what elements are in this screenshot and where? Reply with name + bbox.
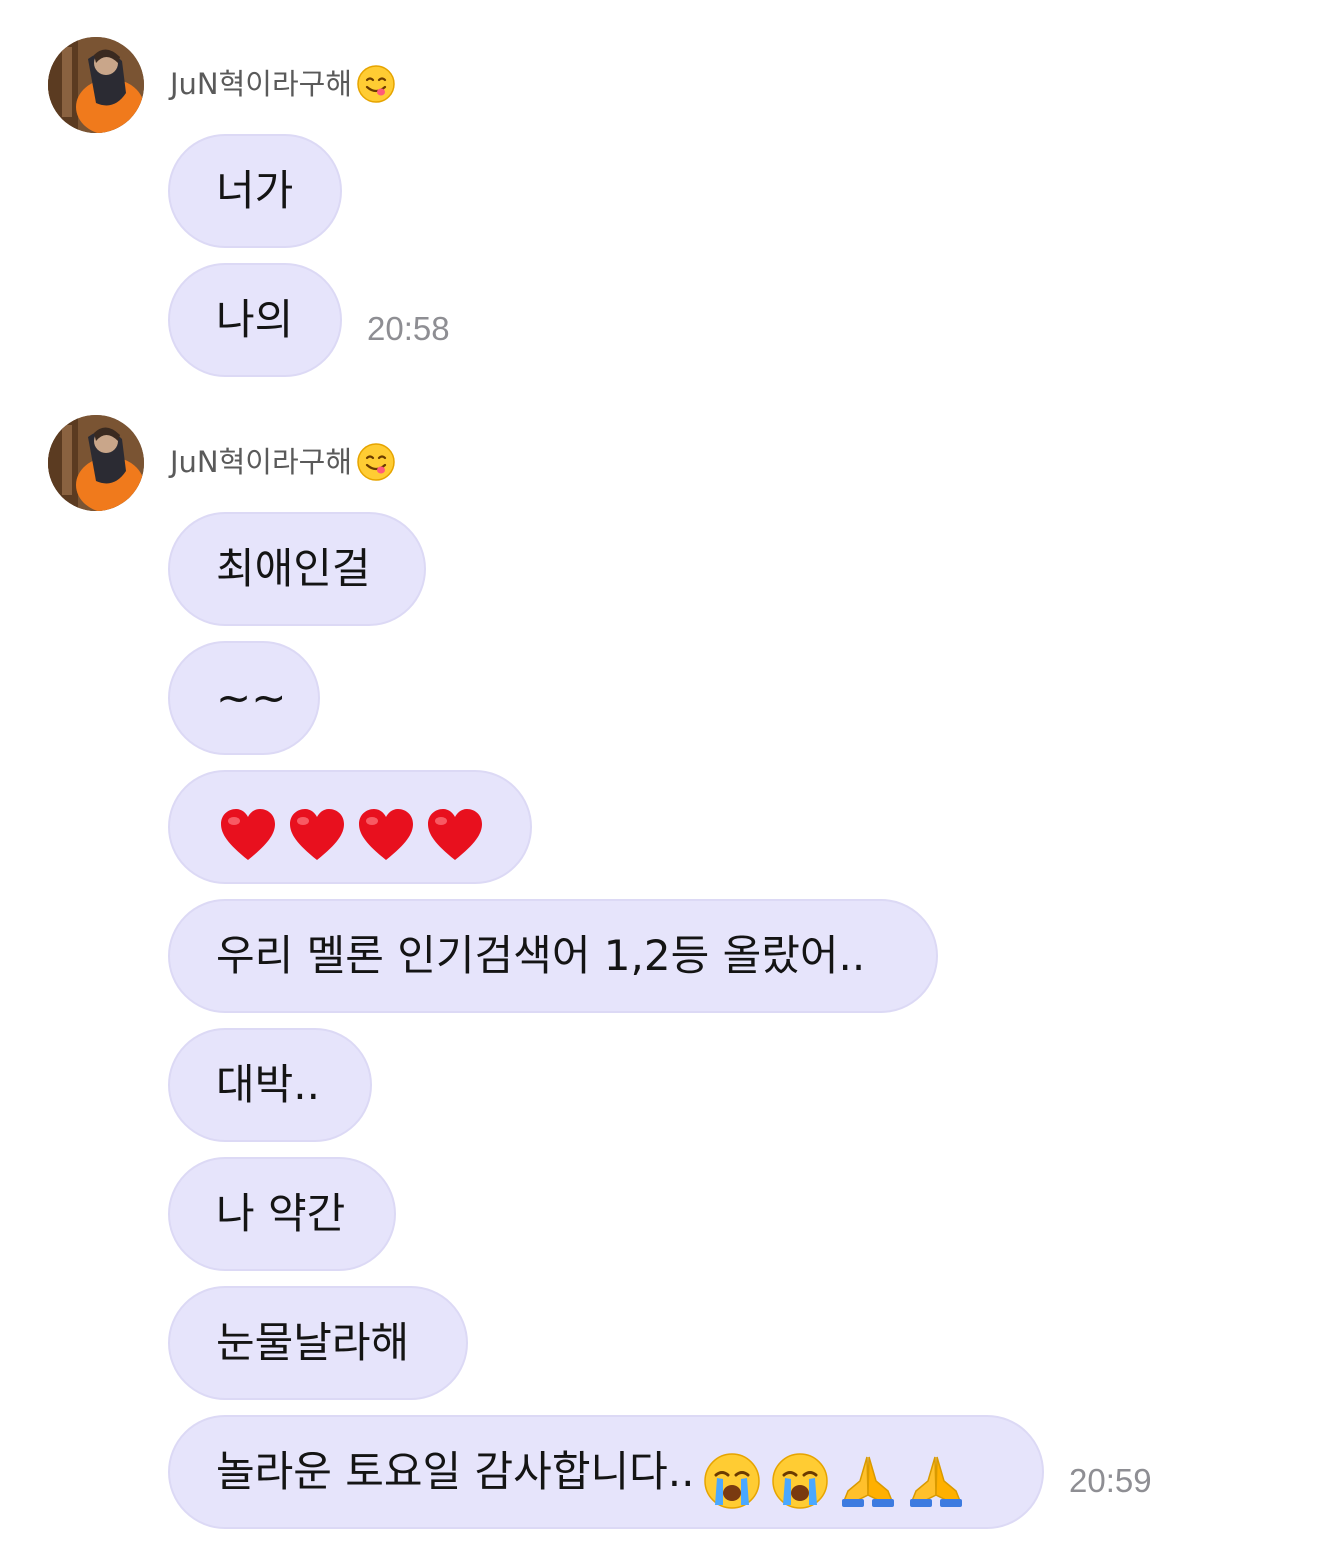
sender-name: JuN혁이라구해 [170,64,396,104]
sender-avatar[interactable] [48,37,144,133]
yum-face-icon [356,64,396,104]
message-text: 대박.. [216,1060,320,1109]
message-bubble[interactable]: 눈물날라해 [168,1286,468,1400]
message-text: 놀라운 토요일 감사합니다.. [216,1447,695,1496]
message-bubble[interactable]: 최애인걸 [168,512,426,626]
folded-hands-icon [838,1442,898,1507]
folded-hands-icon [906,1442,966,1507]
sender-name-text: JuN혁이라구해 [170,445,353,479]
message-text: 너가 [216,166,294,215]
message-text: 나 약간 [216,1189,346,1238]
message-bubble[interactable]: ~~ [168,641,320,755]
sender-name: JuN혁이라구해 [170,442,396,482]
crying-face-icon [702,1442,762,1509]
red-heart-icon [218,797,278,860]
avatar-photo [48,415,144,511]
red-heart-icon [356,797,416,860]
message-text: 눈물날라해 [216,1318,410,1367]
message-bubble[interactable]: 우리 멜론 인기검색어 1,2등 올랐어.. [168,899,938,1013]
message-bubble[interactable]: 너가 [168,134,342,248]
yum-face-icon [356,442,396,482]
sender-name-text: JuN혁이라구해 [170,67,353,101]
red-heart-icon [425,797,485,860]
message-timestamp: 20:58 [367,310,450,347]
avatar-photo [48,37,144,133]
message-bubble[interactable]: 놀라운 토요일 감사합니다.. [168,1415,1044,1529]
message-text: 우리 멜론 인기검색어 1,2등 올랐어.. [216,931,866,980]
message-text: 나의 [216,295,294,344]
message-bubble[interactable]: 대박.. [168,1028,372,1142]
message-bubble[interactable]: 나의 [168,263,342,377]
sender-avatar[interactable] [48,415,144,511]
message-bubble-hearts[interactable] [168,770,532,884]
message-bubble[interactable]: 나 약간 [168,1157,396,1271]
message-text: ~~ [216,673,287,722]
red-heart-icon [287,797,347,860]
crying-face-icon [770,1442,830,1509]
message-text: 최애인걸 [216,544,371,593]
message-timestamp: 20:59 [1069,1462,1152,1499]
